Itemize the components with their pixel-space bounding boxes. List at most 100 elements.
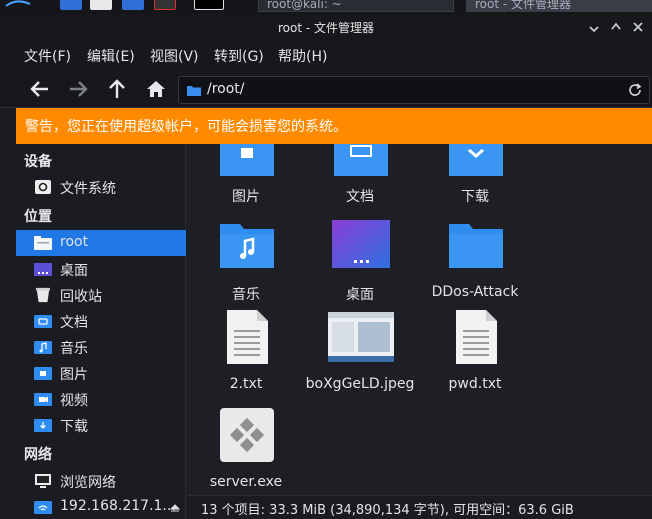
eject-icon[interactable] <box>170 503 180 513</box>
menu-view[interactable]: 视图(V) <box>150 46 199 66</box>
image-thumbnail-icon <box>328 312 394 362</box>
status-bar: 13 个项目: 33.3 MiB (34,890,134 字节), 可用空间：6… <box>187 495 652 519</box>
taskbar-app-icon[interactable] <box>60 0 82 10</box>
taskbar: root@kali: ~ root - 文件管理器 <box>0 0 652 14</box>
text-file-icon <box>456 310 497 364</box>
sidebar: 设备 文件系统 位置 root 桌面 回收站 文档 音乐 图片 视频 下载 网络… <box>16 144 186 519</box>
executable-icon <box>220 408 274 462</box>
menu-bar: 文件(F) 编辑(E) 视图(V) 转到(G) 帮助(H) <box>0 42 652 70</box>
sidebar-heading-places: 位置 <box>24 209 52 225</box>
pictures-folder-icon <box>220 144 274 176</box>
warning-text: 警告，您正在使用超级帐户，可能会损害您的系统。 <box>25 119 347 135</box>
sidebar-item-label: 回收站 <box>60 289 102 305</box>
forward-button[interactable] <box>66 77 90 101</box>
sidebar-item-filesystem[interactable]: 文件系统 <box>16 174 186 200</box>
sidebar-item-label: 文件系统 <box>60 181 116 197</box>
sidebar-item-trash[interactable]: 回收站 <box>16 282 186 308</box>
file-name: pwd.txt <box>448 376 502 392</box>
menu-file[interactable]: 文件(F) <box>24 46 71 66</box>
sidebar-item-label: root <box>60 234 89 250</box>
file-name: boXgGeLD.jpeg <box>305 376 415 392</box>
status-text: 13 个项目: 33.3 MiB (34,890,134 字节), 可用空间：6… <box>201 503 574 518</box>
file-item[interactable]: 图片 <box>191 144 301 210</box>
sidebar-item-music[interactable]: 音乐 <box>16 334 186 360</box>
sidebar-heading-network: 网络 <box>24 447 52 463</box>
file-item[interactable]: 文档 <box>305 144 415 210</box>
documents-folder-icon <box>334 144 388 176</box>
arrow-left-icon <box>30 81 48 97</box>
up-button[interactable] <box>105 77 129 101</box>
pictures-folder-icon <box>34 367 52 380</box>
folder-icon <box>187 86 201 96</box>
menu-edit[interactable]: 编辑(E) <box>87 46 135 66</box>
terminal-icon[interactable] <box>194 0 224 10</box>
taskbar-app-icon[interactable] <box>90 0 112 10</box>
file-item[interactable]: server.exe <box>191 408 301 495</box>
folder-icon <box>449 224 503 268</box>
window-title: root - 文件管理器 <box>277 21 375 35</box>
arrow-right-icon <box>70 81 88 97</box>
file-name: 文档 <box>346 189 374 205</box>
minimize-icon[interactable] <box>586 19 602 35</box>
title-bar: root - 文件管理器 <box>0 14 652 42</box>
file-name: server.exe <box>209 474 283 490</box>
sidebar-item-label: 图片 <box>60 367 88 383</box>
trash-icon <box>35 287 51 303</box>
home-button[interactable] <box>144 77 168 101</box>
file-item[interactable]: 音乐 <box>191 218 301 308</box>
sidebar-item-pictures[interactable]: 图片 <box>16 360 186 386</box>
location-bar[interactable]: /root/ <box>178 76 650 104</box>
file-name: 桌面 <box>346 287 374 303</box>
taskbar-task-terminal[interactable]: root@kali: ~ <box>258 0 454 12</box>
root-warning-bar: 警告，您正在使用超级帐户，可能会损害您的系统。 <box>16 108 652 144</box>
file-name: 2.txt <box>229 376 263 392</box>
taskbar-task-file-manager[interactable]: root - 文件管理器 <box>466 0 652 12</box>
file-item[interactable]: 桌面 <box>305 218 415 308</box>
sidebar-item-label: 桌面 <box>60 263 88 279</box>
location-path: /root/ <box>207 81 245 97</box>
file-name: 下载 <box>461 189 489 205</box>
downloads-folder-icon <box>34 419 52 432</box>
home-folder-icon <box>34 236 52 250</box>
network-share-icon <box>34 501 52 514</box>
sidebar-item-label: 音乐 <box>60 341 88 357</box>
sidebar-item-downloads[interactable]: 下载 <box>16 412 186 438</box>
sidebar-item-label: 下载 <box>60 419 88 435</box>
toolbar: /root/ <box>0 70 652 108</box>
taskbar-app-icon[interactable] <box>154 0 176 10</box>
file-item[interactable]: 2.txt <box>191 310 301 400</box>
file-item[interactable]: DDos-Attack <box>420 218 530 308</box>
sidebar-item-label: 192.168.217.1... <box>60 498 176 514</box>
network-icon <box>35 474 51 488</box>
file-name: 音乐 <box>232 287 260 303</box>
sidebar-item-label: 视频 <box>60 393 88 409</box>
file-item[interactable]: boXgGeLD.jpeg <box>305 310 415 400</box>
file-name: DDos-Attack <box>431 284 519 300</box>
sidebar-item-videos[interactable]: 视频 <box>16 386 186 412</box>
drive-icon <box>35 180 51 194</box>
sidebar-item-documents[interactable]: 文档 <box>16 308 186 334</box>
file-name: 图片 <box>232 189 260 205</box>
downloads-folder-icon <box>449 144 503 176</box>
videos-folder-icon <box>34 393 52 406</box>
file-item[interactable]: pwd.txt <box>420 310 530 400</box>
sidebar-item-desktop[interactable]: 桌面 <box>16 256 186 282</box>
file-item[interactable]: 下载 <box>420 144 530 210</box>
music-folder-icon <box>220 224 274 268</box>
back-button[interactable] <box>28 77 52 101</box>
sidebar-item-network-share[interactable]: 192.168.217.1... <box>16 494 186 519</box>
file-view: 图片 文档 下载 音乐 桌面 DDos-Attack 2.txt boXgGeL… <box>187 144 652 495</box>
sidebar-item-root[interactable]: root <box>16 230 186 256</box>
sidebar-item-browse-network[interactable]: 浏览网络 <box>16 468 186 494</box>
close-icon[interactable] <box>630 19 646 35</box>
menu-help[interactable]: 帮助(H) <box>278 46 327 66</box>
documents-folder-icon <box>34 315 52 328</box>
music-folder-icon <box>34 341 52 354</box>
kali-menu-icon[interactable] <box>4 0 34 12</box>
maximize-icon[interactable] <box>608 19 624 35</box>
sidebar-item-label: 浏览网络 <box>60 475 116 491</box>
text-file-icon <box>227 310 268 364</box>
taskbar-app-icon[interactable] <box>122 0 144 10</box>
menu-go[interactable]: 转到(G) <box>214 46 264 66</box>
reload-icon[interactable] <box>627 82 643 98</box>
